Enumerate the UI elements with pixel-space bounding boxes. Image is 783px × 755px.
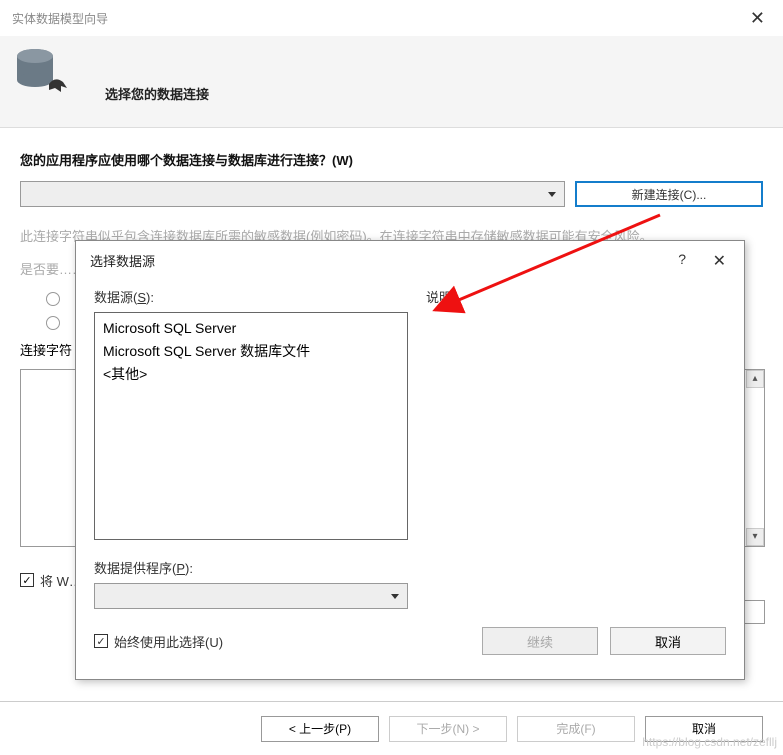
dialog-titlebar: 选择数据源 ? ✕ <box>76 241 744 279</box>
scroll-down-icon[interactable]: ▾ <box>746 528 764 546</box>
dialog-buttons: 继续 取消 <box>482 627 726 655</box>
dialog-top-row: 数据源(S): Microsoft SQL Server Microsoft S… <box>94 287 726 544</box>
prev-button[interactable]: < 上一步(P) <box>261 716 379 742</box>
new-connection-button[interactable]: 新建连接(C)... <box>575 181 763 207</box>
wizard-header: 选择您的数据连接 <box>0 36 783 128</box>
always-label-ul: U <box>209 635 218 650</box>
list-item[interactable]: Microsoft SQL Server 数据库文件 <box>103 340 399 363</box>
connection-select[interactable] <box>20 181 565 207</box>
wizard-title: 实体数据模型向导 <box>12 10 108 27</box>
list-item[interactable]: <其他> <box>103 363 399 386</box>
datasource-label-pre: 数据源( <box>94 290 137 305</box>
new-connection-label: 新建连接(C)... <box>632 186 707 203</box>
provider-label-ul: P <box>176 561 185 576</box>
description-column: 说明 <box>426 287 730 544</box>
dialog-cancel-button[interactable]: 取消 <box>610 627 726 655</box>
provider-row: 数据提供程序(P): <box>94 558 726 609</box>
continue-button: 继续 <box>482 627 598 655</box>
datasource-label-ul: S <box>137 290 146 305</box>
save-settings-checkbox[interactable]: ✓ <box>20 573 34 587</box>
provider-label-pre: 数据提供程序( <box>94 561 176 576</box>
always-use-label: 始终使用此选择(U) <box>114 632 223 651</box>
watermark-corner: https://blog.csdn.net/zefllj <box>642 735 777 749</box>
datasource-label-post: ): <box>146 290 154 305</box>
always-use-row: ✓ 始终使用此选择(U) <box>94 632 223 651</box>
datasource-label: 数据源(S): <box>94 287 408 306</box>
dialog-title: 选择数据源 <box>90 251 155 270</box>
provider-label-post: ): <box>185 561 193 576</box>
radio-option-1[interactable] <box>46 292 60 306</box>
finish-button: 完成(F) <box>517 716 635 742</box>
database-icon <box>15 46 73 101</box>
next-button: 下一步(N) > <box>389 716 507 742</box>
radio-option-2[interactable] <box>46 316 60 330</box>
datasource-listbox[interactable]: Microsoft SQL Server Microsoft SQL Serve… <box>94 312 408 540</box>
wizard-titlebar: 实体数据模型向导 ✕ <box>0 0 783 36</box>
dialog-body: 数据源(S): Microsoft SQL Server Microsoft S… <box>76 279 744 669</box>
provider-select[interactable] <box>94 583 408 609</box>
dialog-footer: ✓ 始终使用此选择(U) 继续 取消 <box>94 627 726 655</box>
dialog-close-icon[interactable]: ✕ <box>707 249 732 273</box>
connection-row: 新建连接(C)... <box>20 181 763 207</box>
always-use-checkbox[interactable]: ✓ <box>94 634 108 648</box>
description-label: 说明 <box>426 287 730 306</box>
list-item[interactable]: Microsoft SQL Server <box>103 317 399 340</box>
wizard-close-icon[interactable]: ✕ <box>742 6 773 31</box>
description-box <box>426 312 730 544</box>
wizard-header-title: 选择您的数据连接 <box>105 84 209 103</box>
provider-label: 数据提供程序(P): <box>94 558 726 577</box>
datasource-column: 数据源(S): Microsoft SQL Server Microsoft S… <box>94 287 408 544</box>
connection-prompt: 您的应用程序应使用哪个数据连接与数据库进行连接？(W) <box>20 150 763 169</box>
always-label-pre: 始终使用此选择( <box>114 635 209 650</box>
dialog-help-icon[interactable]: ? <box>672 249 692 269</box>
always-label-post: ) <box>219 635 223 650</box>
scroll-up-icon[interactable]: ▴ <box>746 370 764 388</box>
choose-datasource-dialog: 选择数据源 ? ✕ 数据源(S): Microsoft SQL Server M… <box>75 240 745 680</box>
